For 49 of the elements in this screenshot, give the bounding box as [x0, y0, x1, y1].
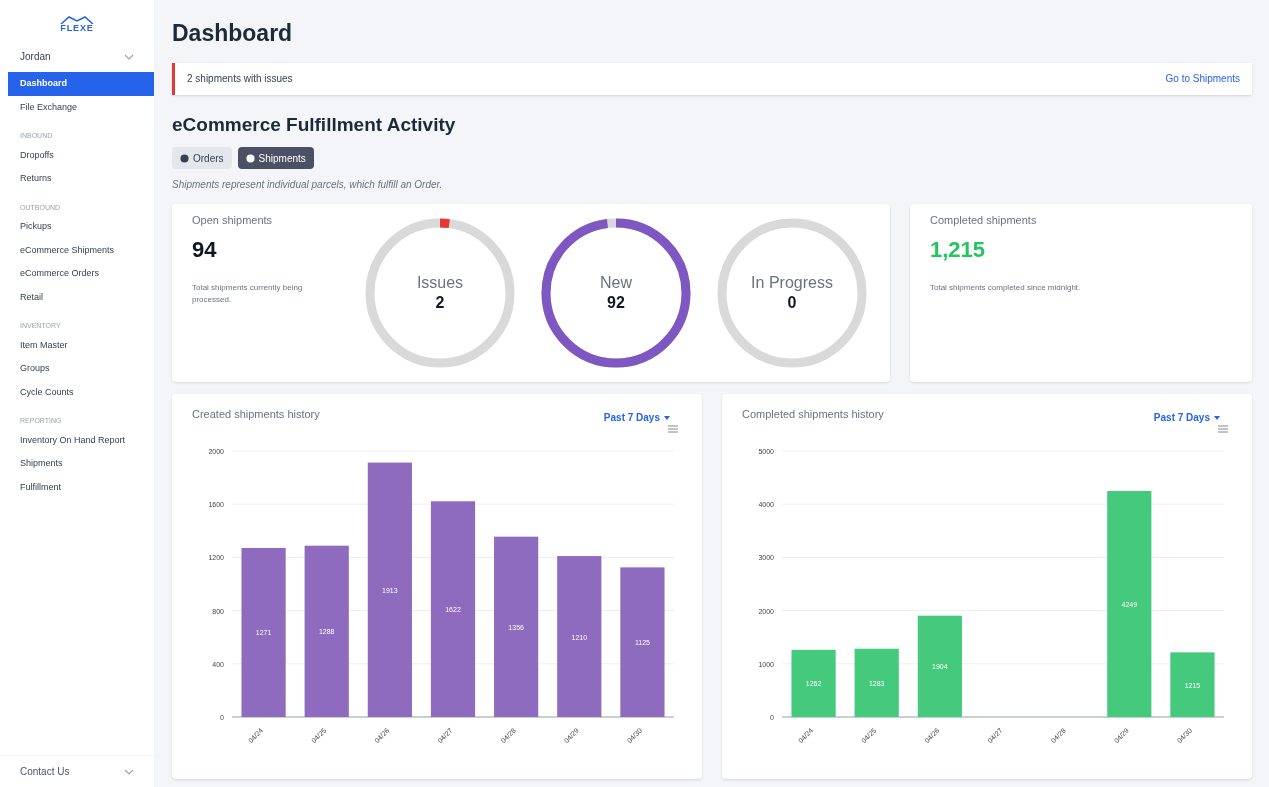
sidebar-item[interactable]: Groups: [8, 357, 154, 381]
sidebar-item[interactable]: Inventory On Hand Report: [8, 428, 154, 452]
sidebar-item[interactable]: eCommerce Orders: [8, 262, 154, 286]
card-note: Total shipments completed since midnight.: [930, 281, 1082, 294]
chart-title: Created shipments history: [192, 407, 320, 422]
bar: [791, 649, 836, 717]
sidebar-item[interactable]: Item Master: [8, 333, 154, 357]
ring-label: In Progress: [751, 273, 833, 293]
card-title: Completed shipments: [930, 213, 1038, 228]
ring-label: Issues: [416, 273, 464, 293]
contact-us-menu[interactable]: Contact Us: [0, 756, 154, 787]
user-menu[interactable]: Jordan: [0, 41, 154, 72]
sidebar-item[interactable]: Returns: [8, 167, 154, 191]
bar: [854, 648, 899, 717]
chevron-down-icon: [124, 53, 134, 60]
ring-value: 2: [435, 293, 445, 313]
sidebar-item[interactable]: Retail: [8, 285, 154, 309]
tab[interactable]: Orders: [172, 147, 232, 169]
sidebar-item[interactable]: Cycle Counts: [8, 380, 154, 404]
sidebar-item[interactable]: File Exchange: [8, 95, 154, 119]
sidebar-item[interactable]: Pickups: [8, 215, 154, 239]
caret-icon: [1214, 415, 1220, 420]
sidebar-item[interactable]: Fulfillment: [8, 475, 154, 499]
sidebar-item[interactable]: Dashboard: [8, 72, 154, 96]
caret-icon: [664, 415, 670, 420]
ring-value: 92: [607, 293, 625, 313]
menu-icon[interactable]: [1218, 425, 1228, 433]
alert-message: 2 shipments with issues: [187, 72, 293, 86]
logo[interactable]: FLEXE: [59, 16, 95, 33]
card-value: 1,215: [930, 235, 987, 264]
sidebar-item[interactable]: eCommerce Shipments: [8, 238, 154, 262]
section-title: eCommerce Fulfillment Activity: [172, 112, 457, 137]
date-range-dropdown[interactable]: Past 7 Days: [1153, 410, 1220, 425]
ring-label: New: [600, 273, 632, 293]
card-value: 94: [192, 235, 218, 264]
card-title: Open shipments: [192, 213, 274, 228]
card-note: Total shipments currently being processed.: [192, 281, 304, 306]
chevron-down-icon: [124, 768, 134, 775]
sidebar-item[interactable]: Shipments: [8, 452, 154, 476]
menu-icon[interactable]: [668, 425, 678, 433]
page-title: Dashboard: [172, 19, 294, 48]
chart-title: Completed shipments history: [742, 407, 884, 422]
date-range-dropdown[interactable]: Past 7 Days: [603, 410, 670, 425]
tab[interactable]: Shipments: [237, 147, 314, 169]
ring-value: 0: [787, 293, 797, 313]
caption: Shipments represent individual parcels, which fulfill an Order.: [172, 178, 444, 192]
go-to-shipments-link[interactable]: Go to Shipments: [1165, 71, 1240, 86]
bar: [1170, 652, 1215, 717]
sidebar-item[interactable]: Dropoffs: [8, 143, 154, 167]
